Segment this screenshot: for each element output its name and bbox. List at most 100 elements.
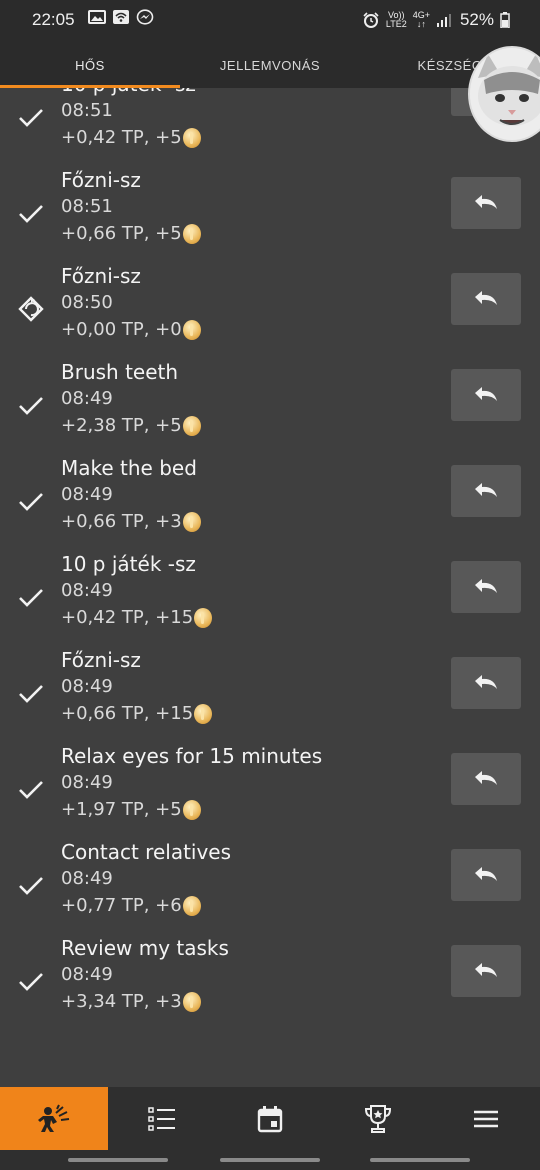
task-title: 10 p játék -sz (61, 88, 196, 96)
undo-button[interactable] (451, 945, 521, 997)
undo-button[interactable] (451, 273, 521, 325)
list-item: Relax eyes for 15 minutes 08:49 +1,97 TP… (0, 736, 540, 832)
undo-button[interactable] (451, 465, 521, 517)
gesture-pill-center[interactable] (220, 1158, 320, 1162)
task-time: 08:49 (61, 580, 113, 601)
task-reward: +0,42 TP, +15 (61, 607, 213, 628)
list-item: 10 p játék -sz 08:51 +0,42 TP, +5 (0, 88, 540, 160)
reward-text: +0,77 TP, +6 (61, 895, 182, 916)
undo-button[interactable] (451, 753, 521, 805)
task-reward: +0,42 TP, +5 (61, 127, 201, 148)
gesture-pill-left[interactable] (68, 1158, 168, 1162)
task-title: Brush teeth (61, 360, 179, 384)
list-item: 10 p játék -sz 08:49 +0,42 TP, +15 (0, 544, 540, 640)
task-time: 08:49 (61, 484, 113, 505)
undo-button[interactable] (451, 177, 521, 229)
task-time: 08:49 (61, 772, 113, 793)
undo-icon (475, 291, 497, 305)
undo-button[interactable] (451, 849, 521, 901)
menu-icon (474, 1110, 498, 1127)
nav-achievements[interactable] (324, 1087, 432, 1150)
gold-coin-icon (182, 895, 201, 916)
hero-icon (38, 1104, 70, 1132)
history-list[interactable]: 10 p játék -sz 08:51 +0,42 TP, +5 Főzni-… (0, 88, 540, 1088)
undo-icon (475, 771, 497, 785)
reward-text: +0,66 TP, +5 (61, 223, 182, 244)
data-arrows-icon: ↓↑ (416, 19, 426, 29)
gesture-bar (0, 1150, 540, 1170)
gold-coin-icon (182, 319, 201, 340)
gold-coin-icon (182, 799, 201, 820)
check-icon (19, 109, 43, 127)
reward-text: +1,97 TP, +5 (61, 799, 182, 820)
battery-percent: 52% (459, 10, 494, 29)
task-title: Review my tasks (61, 936, 229, 960)
reward-text: +0,00 TP, +0 (61, 319, 182, 340)
reward-text: +0,66 TP, +3 (61, 511, 182, 532)
undo-icon (475, 675, 497, 689)
reward-text: +0,42 TP, +5 (61, 127, 182, 148)
reward-text: +2,38 TP, +5 (61, 415, 182, 436)
wifi-icon (113, 10, 129, 24)
messenger-icon (136, 9, 154, 25)
list-item: Make the bed 08:49 +0,66 TP, +3 (0, 448, 540, 544)
task-title: Contact relatives (61, 840, 232, 864)
image-icon (88, 10, 106, 24)
tab-traits[interactable]: JELLEMVONÁS (180, 40, 360, 88)
task-title: 10 p játék -sz (61, 552, 196, 576)
reward-text: +0,66 TP, +15 (61, 703, 194, 724)
gold-coin-icon (194, 703, 213, 724)
nav-calendar[interactable] (216, 1087, 324, 1150)
task-time: 08:49 (61, 388, 113, 409)
tab-hero[interactable]: HŐS (0, 40, 180, 88)
task-reward: +1,97 TP, +5 (61, 799, 201, 820)
network-lte: LTE2 (385, 19, 407, 29)
list-item: Review my tasks 08:49 +3,34 TP, +3 (0, 928, 540, 1024)
network-type: 4G+ ↓↑ (413, 11, 430, 29)
task-reward: +0,77 TP, +6 (61, 895, 201, 916)
gold-coin-icon (182, 991, 201, 1012)
signal-icon (436, 14, 451, 27)
task-time: 08:49 (61, 964, 113, 985)
gold-coin-icon (182, 223, 201, 244)
task-reward: +2,38 TP, +5 (61, 415, 201, 436)
list-item: Brush teeth 08:49 +2,38 TP, +5 (0, 352, 540, 448)
undo-button[interactable] (451, 369, 521, 421)
status-time: 22:05 (32, 10, 75, 29)
list-item: Főzni-sz 08:50 +0,00 TP, +0 (0, 256, 540, 352)
task-title: Főzni-sz (61, 648, 141, 672)
gesture-pill-right[interactable] (370, 1158, 470, 1162)
task-reward: +0,00 TP, +0 (61, 319, 201, 340)
bottom-nav (0, 1087, 540, 1150)
task-time: 08:49 (61, 868, 113, 889)
gold-coin-icon (182, 127, 201, 148)
check-icon (19, 973, 43, 991)
check-icon (19, 877, 43, 895)
nav-menu[interactable] (432, 1087, 540, 1150)
cat-avatar-image (470, 48, 540, 140)
list-item: Főzni-sz 08:51 +0,66 TP, +5 (0, 160, 540, 256)
task-reward: +0,66 TP, +3 (61, 511, 201, 532)
undo-icon (475, 483, 497, 497)
status-bar: 22:05 Vo)) LTE2 4G+ ↓↑ 52% (0, 0, 540, 40)
task-time: 08:50 (61, 292, 113, 313)
undo-icon (475, 579, 497, 593)
task-time: 08:49 (61, 676, 113, 697)
undo-icon (475, 195, 497, 209)
undo-button[interactable] (451, 657, 521, 709)
task-title: Főzni-sz (61, 168, 141, 192)
task-title: Főzni-sz (61, 264, 141, 288)
task-time: 08:51 (61, 100, 113, 121)
gold-coin-icon (194, 607, 213, 628)
nav-hero[interactable] (0, 1087, 108, 1150)
reward-text: +3,34 TP, +3 (61, 991, 182, 1012)
rotate-icon (18, 296, 44, 322)
battery-icon (500, 12, 510, 28)
gold-coin-icon (182, 511, 201, 532)
alarm-icon (363, 12, 379, 28)
network-label: Vo)) LTE2 (386, 11, 407, 29)
calendar-icon (257, 1105, 283, 1132)
undo-button[interactable] (451, 561, 521, 613)
task-title: Make the bed (61, 456, 197, 480)
nav-tasks[interactable] (108, 1087, 216, 1150)
